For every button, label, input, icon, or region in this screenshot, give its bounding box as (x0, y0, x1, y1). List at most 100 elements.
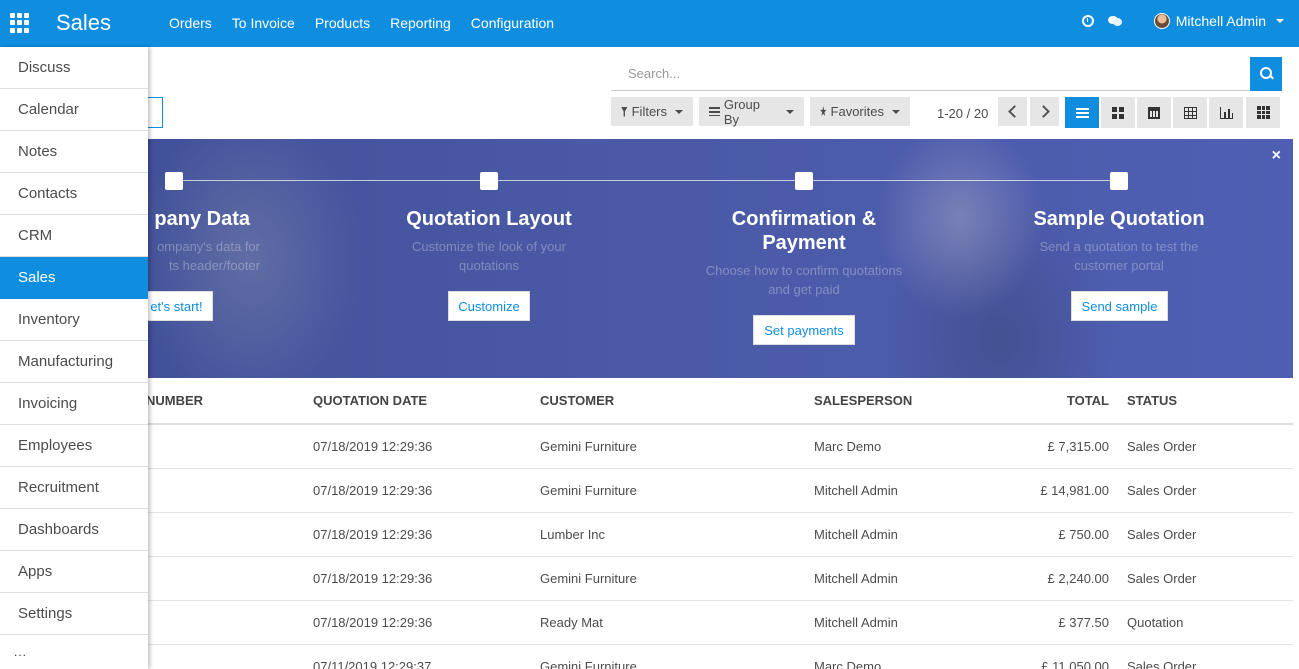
grid-icon (1256, 106, 1270, 119)
cell-total: £ 2,240.00 (1047, 571, 1109, 586)
bars-icon (709, 107, 720, 116)
drawer-more: ... (14, 645, 28, 659)
col-quotation-date[interactable]: QUOTATION DATE (313, 393, 427, 408)
apps-menu-icon[interactable] (10, 13, 30, 33)
app-dashboards[interactable]: Dashboards (0, 509, 148, 551)
bar-chart-icon (1219, 106, 1233, 119)
step-4-title: Sample Quotation (1033, 208, 1205, 230)
lets-start-button[interactable]: et's start! (140, 291, 213, 321)
step-4-desc: Send a quotation to test the customer po… (1039, 239, 1199, 273)
cell-customer: Lumber Inc (540, 527, 606, 542)
cell-customer: Ready Mat (540, 615, 603, 630)
menu-orders[interactable]: Orders (169, 15, 212, 31)
app-discuss[interactable]: Discuss (0, 47, 148, 89)
kanban-view-button[interactable] (1101, 97, 1135, 128)
cell-status: Sales Order (1127, 659, 1197, 669)
menu-reporting[interactable]: Reporting (390, 15, 451, 31)
activity-clock-icon[interactable] (1081, 15, 1094, 27)
caret-down-icon (786, 109, 794, 114)
app-manufacturing[interactable]: Manufacturing (0, 341, 148, 383)
menu-to-invoice[interactable]: To Invoice (232, 15, 295, 31)
app-recruitment[interactable]: Recruitment (0, 467, 148, 509)
cell-status: Sales Order (1127, 527, 1197, 542)
app-employees[interactable]: Employees (0, 425, 148, 467)
app-apps[interactable]: Apps (0, 551, 148, 593)
col-number[interactable]: NUMBER (146, 393, 203, 408)
calendar-view-button[interactable] (1137, 97, 1171, 128)
cell-total: £ 377.50 (1058, 615, 1109, 630)
cell-status: Quotation (1127, 615, 1184, 630)
app-notes[interactable]: Notes (0, 131, 148, 173)
menu-products[interactable]: Products (315, 15, 370, 31)
search-icon[interactable] (1250, 57, 1282, 91)
star-icon (820, 106, 827, 117)
step-2-desc: Customize the look of your quotations (412, 239, 566, 273)
activity-view-button[interactable] (1246, 97, 1280, 128)
table-row[interactable]: 07/18/2019 12:29:36 Gemini Furniture Mit… (0, 469, 1293, 513)
col-total[interactable]: TOTAL (1067, 393, 1109, 408)
cell-total: £ 750.00 (1058, 527, 1109, 542)
filters-dropdown[interactable]: Filters (611, 97, 693, 126)
close-icon[interactable]: × (1272, 147, 1281, 165)
favorites-dropdown[interactable]: Favorites (810, 97, 910, 126)
pivot-view-button[interactable] (1173, 97, 1207, 128)
col-status[interactable]: STATUS (1127, 393, 1177, 408)
cell-salesperson: Mitchell Admin (814, 527, 898, 542)
step-4-checkbox (1110, 172, 1128, 190)
cell-total: £ 14,981.00 (1040, 483, 1109, 498)
cell-status: Sales Order (1127, 571, 1197, 586)
app-invoicing[interactable]: Invoicing (0, 383, 148, 425)
app-contacts[interactable]: Contacts (0, 173, 148, 215)
user-menu[interactable]: Mitchell Admin (1153, 13, 1284, 29)
kanban-icon (1112, 106, 1124, 119)
cell-total: £ 11,050.00 (1041, 659, 1109, 669)
customize-button[interactable]: Customize (448, 291, 530, 321)
pager-previous-button[interactable] (998, 97, 1027, 126)
table-row[interactable]: 07/18/2019 12:29:36 Gemini Furniture Mit… (0, 557, 1293, 601)
search-input[interactable]: Search... (611, 57, 1251, 91)
app-settings[interactable]: Settings (0, 593, 148, 635)
table-row[interactable]: 07/18/2019 12:29:36 Gemini Furniture Mar… (0, 425, 1293, 469)
apps-drawer: Discuss Calendar Notes Contacts CRM Sale… (0, 47, 148, 669)
cell-customer: Gemini Furniture (540, 483, 637, 498)
app-sales[interactable]: Sales (0, 257, 148, 299)
table-row[interactable]: 07/18/2019 12:29:36 Ready Mat Mitchell A… (0, 601, 1293, 645)
table-row[interactable]: 07/11/2019 12:29:37 Gemini Furniture Mar… (0, 645, 1293, 669)
messaging-chat-icon[interactable] (1107, 16, 1122, 26)
cell-customer: Gemini Furniture (540, 571, 637, 586)
table-icon (1183, 106, 1197, 119)
col-customer[interactable]: CUSTOMER (540, 393, 614, 408)
cell-date: 07/18/2019 12:29:36 (313, 571, 433, 586)
send-sample-button[interactable]: Send sample (1071, 291, 1168, 321)
user-name: Mitchell Admin (1175, 13, 1266, 29)
filters-label: Filters (631, 104, 667, 119)
pager-next-button[interactable] (1030, 97, 1059, 126)
groupby-dropdown[interactable]: Group By (699, 96, 804, 127)
table-header: NUMBER QUOTATION DATE CUSTOMER SALESPERS… (0, 378, 1293, 425)
scrollbar-track[interactable] (1293, 47, 1299, 669)
cell-salesperson: Mitchell Admin (814, 483, 898, 498)
app-crm[interactable]: CRM (0, 215, 148, 257)
pager-value[interactable]: 1-20 / 20 (937, 106, 988, 121)
step-2-checkbox (480, 172, 498, 190)
table-row[interactable]: 07/18/2019 12:29:36 Lumber Inc Mitchell … (0, 513, 1293, 557)
caret-down-icon (892, 109, 900, 114)
cell-customer: Gemini Furniture (540, 439, 637, 454)
app-inventory[interactable]: Inventory (0, 299, 148, 341)
groupby-label: Group By (723, 96, 760, 127)
list-icon (1075, 107, 1089, 118)
cell-status: Sales Order (1127, 439, 1197, 454)
favorites-label: Favorites (830, 104, 884, 119)
step-1-checkbox (165, 172, 183, 190)
menu-configuration[interactable]: Configuration (471, 15, 554, 31)
list-view-button[interactable] (1065, 97, 1099, 128)
col-salesperson[interactable]: SALESPERSON (814, 393, 912, 408)
top-navbar: Sales Orders To Invoice Products Reporti… (0, 0, 1299, 47)
set-payments-button[interactable]: Set payments (753, 315, 855, 345)
app-brand[interactable]: Sales (56, 10, 111, 36)
graph-view-button[interactable] (1209, 97, 1243, 128)
app-calendar[interactable]: Calendar (0, 89, 148, 131)
caret-down-icon (1276, 19, 1284, 23)
cell-date: 07/18/2019 12:29:36 (313, 527, 433, 542)
cell-total: £ 7,315.00 (1047, 439, 1109, 454)
